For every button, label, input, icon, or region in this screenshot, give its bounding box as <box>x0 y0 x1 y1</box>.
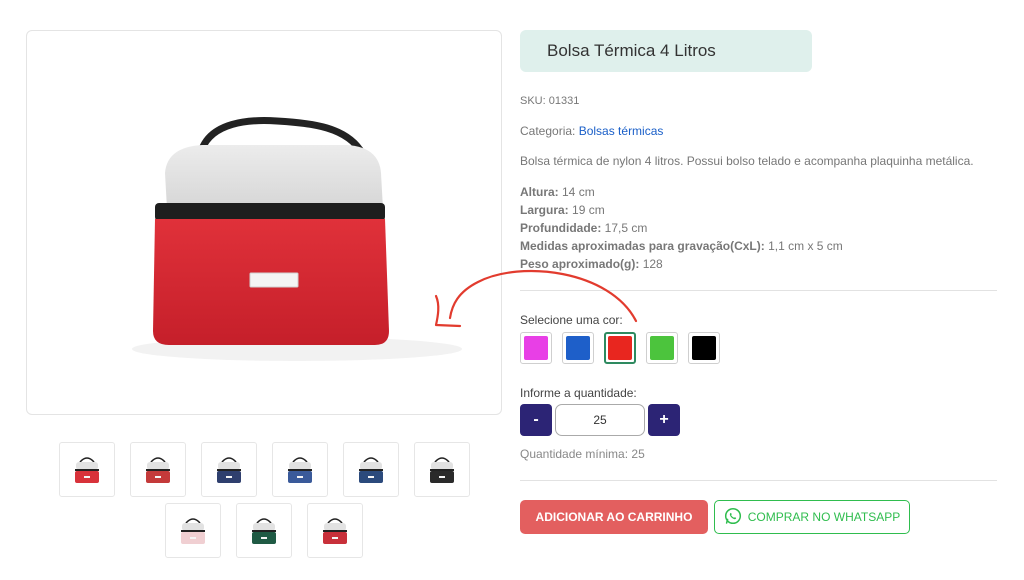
red-bag-thumbnail <box>323 517 347 544</box>
product-title: Bolsa Térmica 4 Litros <box>547 41 716 60</box>
blue-bag-thumbnail <box>358 456 383 483</box>
quantity-input[interactable] <box>555 404 645 436</box>
spec-row: Profundidade: 17,5 cm <box>520 221 648 235</box>
product-title-box: Bolsa Térmica 4 Litros <box>520 30 812 72</box>
bag-set-thumbnail <box>145 456 170 483</box>
spec-row: Largura: 19 cm <box>520 203 605 217</box>
color-swatch-black[interactable] <box>688 332 720 364</box>
thumbnail-7[interactable] <box>165 503 221 558</box>
product-category: Categoria: Bolsas térmicas <box>520 124 663 138</box>
thumbnail-2[interactable] <box>129 442 186 497</box>
color-swatch-fill <box>524 336 548 360</box>
thumbnail-1[interactable] <box>58 442 115 497</box>
thumbnail-6[interactable] <box>413 442 470 497</box>
black-bag-thumbnail <box>429 456 454 483</box>
spec-row: Altura: 14 cm <box>520 185 595 199</box>
product-sku: SKU: 01331 <box>520 95 580 107</box>
divider <box>520 480 997 481</box>
color-swatch-blue[interactable] <box>562 332 594 364</box>
color-swatch-fill <box>650 336 674 360</box>
spec-row: Medidas aproximadas para gravação(CxL): … <box>520 239 843 253</box>
color-swatch-green[interactable] <box>646 332 678 364</box>
color-selector-label: Selecione uma cor: <box>520 313 623 327</box>
category-label: Categoria: <box>520 124 579 138</box>
color-swatch-fill <box>692 336 716 360</box>
product-description: Bolsa térmica de nylon 4 litros. Possui … <box>520 154 974 168</box>
product-specs: Altura: 14 cm Largura: 19 cm Profundidad… <box>520 183 843 273</box>
thumbnail-5[interactable] <box>342 442 399 497</box>
pink-bag-thumbnail <box>181 517 205 544</box>
whatsapp-buy-button[interactable]: COMPRAR NO WHATSAPP <box>714 500 910 534</box>
open-bag-thumbnail <box>287 456 312 483</box>
green-bag-thumbnail <box>252 517 276 544</box>
thermal-bag-image <box>132 117 462 361</box>
quantity-stepper: - + <box>520 404 680 436</box>
thumbnail-9[interactable] <box>307 503 363 558</box>
quantity-increase-button[interactable]: + <box>648 404 680 436</box>
thumbnail-4[interactable] <box>271 442 328 497</box>
whatsapp-icon <box>724 507 742 528</box>
quantity-decrease-button[interactable]: - <box>520 404 552 436</box>
color-swatch-magenta[interactable] <box>520 332 552 364</box>
thumbnail-gallery <box>26 442 502 564</box>
color-swatch-fill <box>608 336 632 360</box>
thumbnail-8[interactable] <box>236 503 292 558</box>
spec-row: Peso aproximado(g): 128 <box>520 257 663 271</box>
divider <box>520 290 997 291</box>
red-bag-thumbnail <box>74 456 99 483</box>
category-link[interactable]: Bolsas térmicas <box>579 124 664 138</box>
quantity-label: Informe a quantidade: <box>520 386 637 400</box>
thumbnail-3[interactable] <box>200 442 257 497</box>
main-product-image <box>26 30 502 415</box>
minimum-quantity: Quantidade mínima: 25 <box>520 447 645 461</box>
navy-bag-thumbnail <box>216 456 241 483</box>
whatsapp-button-label: COMPRAR NO WHATSAPP <box>747 510 901 524</box>
add-to-cart-button[interactable]: ADICIONAR AO CARRINHO <box>520 500 708 534</box>
color-swatch-fill <box>566 336 590 360</box>
color-swatches <box>520 332 720 364</box>
color-swatch-red[interactable] <box>604 332 636 364</box>
